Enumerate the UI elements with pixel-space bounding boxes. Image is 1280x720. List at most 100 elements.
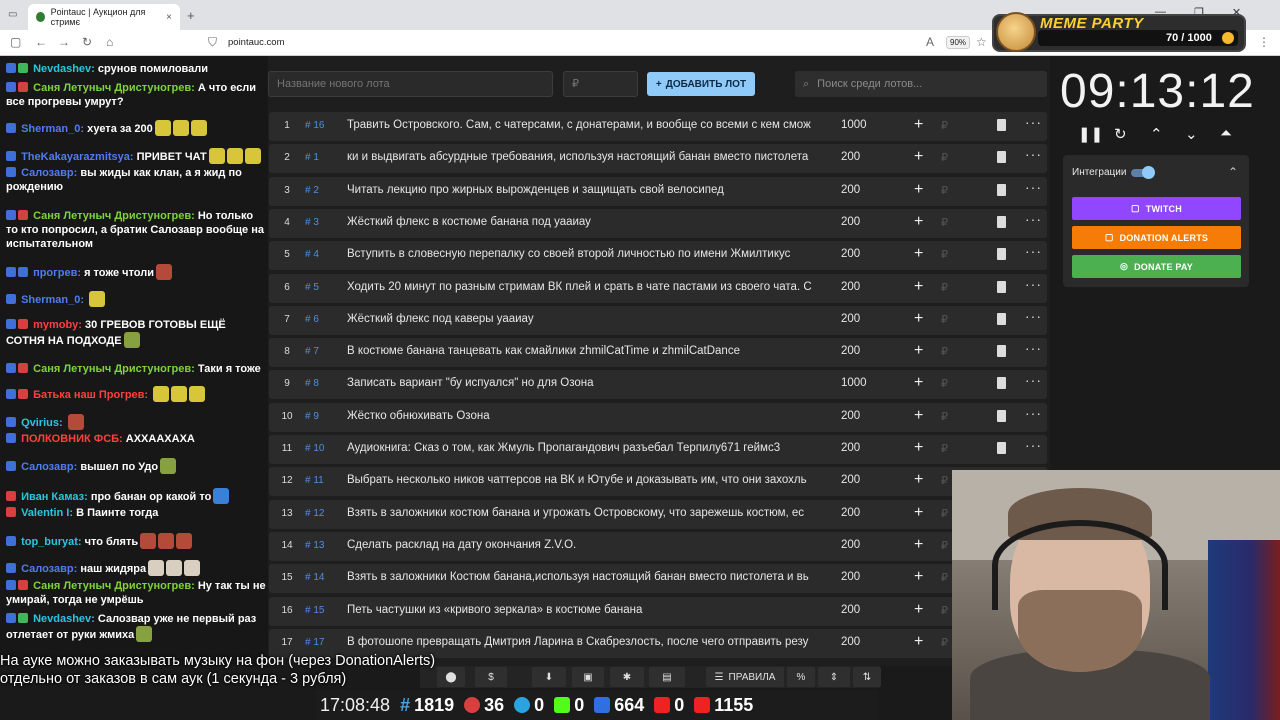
- new-lot-name-input[interactable]: [268, 71, 553, 97]
- lot-row[interactable]: 8 # 7 В костюме банана танцевать как смайл…: [269, 338, 1047, 367]
- lot-row[interactable]: 10 # 9 Жёстко обнюхивать Озона 200 + ₽ ···: [269, 403, 1047, 432]
- add-lot-button[interactable]: + ДОБАВИТЬ ЛОТ: [647, 72, 755, 96]
- lot-amount[interactable]: 200: [841, 151, 860, 163]
- add-amount-icon[interactable]: +: [914, 213, 923, 231]
- delete-icon[interactable]: [997, 281, 1006, 293]
- rub-input[interactable]: ₽: [941, 216, 948, 229]
- lot-title[interactable]: Жёсткий флекс в костюме банана под уааиа…: [347, 216, 820, 228]
- lot-title[interactable]: Читать лекцию про жирных вырожденцев и з…: [347, 184, 820, 196]
- site-info-icon[interactable]: ⛉: [208, 35, 217, 50]
- add-amount-icon[interactable]: +: [914, 439, 923, 457]
- lot-title[interactable]: Выбрать несколько ников чаттерсов на ВК …: [347, 474, 820, 486]
- lot-title[interactable]: Жёсткий флекс под каверы уааиау: [347, 313, 820, 325]
- lot-title[interactable]: Ходить 20 минут по разным стримам ВК пле…: [347, 281, 820, 293]
- rub-input[interactable]: ₽: [941, 636, 948, 649]
- lot-amount[interactable]: 200: [841, 281, 860, 293]
- lot-amount[interactable]: 200: [841, 410, 860, 422]
- rub-input[interactable]: ₽: [941, 377, 948, 390]
- percent-button[interactable]: %: [787, 667, 815, 687]
- lot-amount[interactable]: 200: [841, 604, 860, 616]
- lot-amount[interactable]: 200: [841, 636, 860, 648]
- add-amount-icon[interactable]: +: [914, 310, 923, 328]
- sidebar-toggle-icon[interactable]: ▢: [10, 35, 21, 49]
- add-amount-icon[interactable]: +: [914, 181, 923, 199]
- lot-title[interactable]: Жёстко обнюхивать Озона: [347, 410, 820, 422]
- add-amount-icon[interactable]: +: [914, 374, 923, 392]
- lot-amount[interactable]: 200: [841, 474, 860, 486]
- lot-row[interactable]: 1 # 16 Травить Островского. Сам, с чатерса…: [269, 112, 1047, 141]
- add-amount-icon[interactable]: +: [914, 536, 923, 554]
- browser-tab[interactable]: Pointauc | Аукцион для стримє ×: [28, 4, 180, 30]
- lot-amount[interactable]: 1000: [841, 119, 867, 131]
- delete-icon[interactable]: [997, 119, 1006, 131]
- lot-search-input[interactable]: ⌕ Поиск среди лотов...: [795, 71, 1047, 97]
- add-amount-icon[interactable]: +: [914, 342, 923, 360]
- lot-title[interactable]: Взять в заложники костюм банана и угрожа…: [347, 507, 820, 519]
- delete-icon[interactable]: [997, 410, 1006, 422]
- translate-icon[interactable]: A: [926, 35, 934, 49]
- lot-amount[interactable]: 200: [841, 571, 860, 583]
- sort-icon[interactable]: ⇅: [853, 667, 881, 687]
- lot-row[interactable]: 3 # 2 Читать лекцию про жирных вырожденцев…: [269, 177, 1047, 206]
- add-amount-icon[interactable]: +: [914, 633, 923, 651]
- lot-title[interactable]: Травить Островского. Сам, с чатерсами, с…: [347, 119, 820, 131]
- lot-row[interactable]: 9 # 8 Записать вариант "бу испуался" но дл…: [269, 370, 1047, 399]
- new-lot-price-input[interactable]: [563, 71, 638, 97]
- lot-title[interactable]: Сделать расклад на дату окончания Z.V.O.: [347, 539, 820, 551]
- lot-title[interactable]: Взять в заложники Костюм банана,использу…: [347, 571, 820, 583]
- more-options-icon[interactable]: ···: [1025, 211, 1042, 227]
- menu-icon[interactable]: ⋮: [1258, 35, 1270, 49]
- add-amount-icon[interactable]: +: [914, 504, 923, 522]
- lot-amount[interactable]: 200: [841, 248, 860, 260]
- delete-icon[interactable]: [997, 345, 1006, 357]
- lot-amount[interactable]: 200: [841, 216, 860, 228]
- add-amount-icon[interactable]: +: [914, 116, 923, 134]
- github-icon[interactable]: ⬤: [437, 667, 465, 687]
- save-icon[interactable]: ▣: [572, 667, 604, 687]
- lot-row[interactable]: 4 # 3 Жёсткий флекс в костюме банана под у…: [269, 209, 1047, 238]
- more-options-icon[interactable]: ···: [1025, 276, 1042, 292]
- lot-title[interactable]: Вступить в словесную перепалку со своей …: [347, 248, 820, 260]
- reset-icon[interactable]: ↻: [1114, 125, 1127, 143]
- zoom-indicator[interactable]: 90%: [946, 36, 971, 49]
- rub-input[interactable]: ₽: [941, 119, 948, 132]
- forward-icon[interactable]: →: [58, 35, 70, 49]
- lot-row[interactable]: 2 # 1 ки и выдвигать абсурдные требования,…: [269, 144, 1047, 173]
- delete-icon[interactable]: [997, 248, 1006, 260]
- rub-input[interactable]: ₽: [941, 571, 948, 584]
- more-options-icon[interactable]: ···: [1025, 372, 1042, 388]
- lot-row[interactable]: 16 # 15 Петь частушки из «кривого зеркала»…: [269, 597, 1047, 626]
- lot-title[interactable]: В фотошопе превращать Дмитрия Ларина в С…: [347, 636, 820, 648]
- rub-input[interactable]: ₽: [941, 281, 948, 294]
- delete-icon[interactable]: [997, 151, 1006, 163]
- more-options-icon[interactable]: ···: [1025, 437, 1042, 453]
- donate-pay-button[interactable]: ◎ DONATE PAY: [1072, 255, 1241, 278]
- lot-row[interactable]: 13 # 12 Взять в заложники костюм банана и …: [269, 500, 1047, 529]
- double-chevron-up-icon[interactable]: ⏶: [1220, 125, 1232, 142]
- add-amount-icon[interactable]: +: [914, 245, 923, 263]
- lot-amount[interactable]: 200: [841, 345, 860, 357]
- bookmark-star-icon[interactable]: ☆: [976, 35, 987, 49]
- more-options-icon[interactable]: ···: [1025, 179, 1042, 195]
- more-options-icon[interactable]: ···: [1025, 146, 1042, 162]
- lot-title[interactable]: Записать вариант "бу испуался" но для Оз…: [347, 377, 820, 389]
- address-bar[interactable]: pointauc.com: [228, 37, 285, 48]
- add-amount-icon[interactable]: +: [914, 407, 923, 425]
- tab-list-icon[interactable]: ▭: [8, 9, 17, 20]
- rub-input[interactable]: ₽: [941, 313, 948, 326]
- rub-input[interactable]: ₽: [941, 442, 948, 455]
- more-options-icon[interactable]: ···: [1025, 308, 1042, 324]
- home-icon[interactable]: ⌂: [106, 35, 113, 49]
- add-amount-icon[interactable]: +: [914, 471, 923, 489]
- rub-input[interactable]: ₽: [941, 184, 948, 197]
- more-options-icon[interactable]: ···: [1025, 114, 1042, 130]
- rub-input[interactable]: ₽: [941, 474, 948, 487]
- add-amount-icon[interactable]: +: [914, 568, 923, 586]
- split-icon[interactable]: ⇕: [818, 667, 850, 687]
- rub-input[interactable]: ₽: [941, 604, 948, 617]
- reload-icon[interactable]: ↻: [82, 35, 92, 49]
- rub-input[interactable]: ₽: [941, 539, 948, 552]
- lot-row[interactable]: 6 # 5 Ходить 20 минут по разным стримам ВК…: [269, 274, 1047, 303]
- new-tab-button[interactable]: +: [187, 8, 195, 23]
- lot-amount[interactable]: 200: [841, 184, 860, 196]
